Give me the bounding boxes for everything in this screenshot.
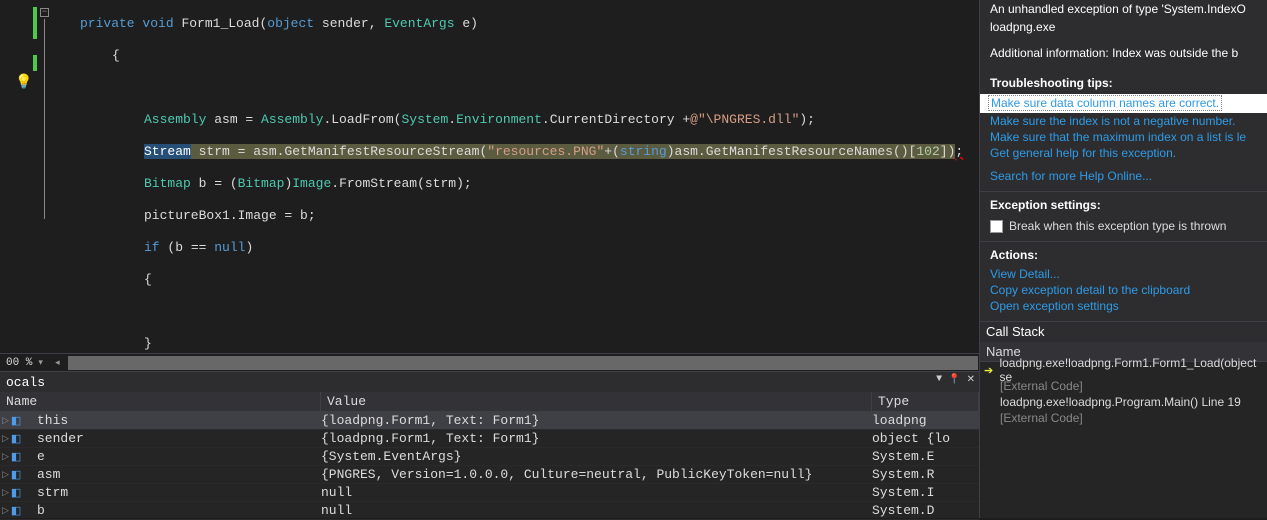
tip-link[interactable]: Get general help for this exception. — [980, 145, 1267, 161]
scroll-left-icon[interactable]: ◂ — [50, 358, 64, 368]
locals-row[interactable]: ▷◧ this{loadpng.Form1, Text: Form1}loadpn… — [0, 412, 979, 430]
locals-row[interactable]: ▷◧ bnullSystem.D — [0, 502, 979, 520]
locals-row[interactable]: ▷◧ asm{PNGRES, Version=1.0.0.0, Culture=n… — [0, 466, 979, 484]
expand-icon[interactable]: ▷ — [2, 434, 9, 444]
pin-icon[interactable]: 📍 — [948, 374, 960, 386]
troubleshooting-header: Troubleshooting tips: — [980, 70, 1267, 94]
locals-panel: ocals ▼ 📍 ✕ Name Value Type ▷◧this{loadp… — [0, 371, 979, 518]
locals-header-type[interactable]: Type — [872, 392, 979, 411]
zoom-dropdown-icon[interactable]: ▾ — [38, 358, 50, 368]
window-position-icon[interactable]: ▼ — [936, 374, 942, 386]
locals-var-value: null — [321, 485, 872, 500]
tip-link[interactable]: Make sure that the maximum index on a li… — [980, 129, 1267, 145]
locals-header-value[interactable]: Value — [321, 392, 872, 411]
locals-row[interactable]: ▷◧ e{System.EventArgs}System.E — [0, 448, 979, 466]
tip-link[interactable]: Make sure data column names are correct. — [988, 95, 1222, 111]
highlighted-line: Stream strm = asm.GetManifestResourceStr… — [50, 144, 979, 160]
change-bar — [33, 55, 37, 71]
locals-var-value: null — [321, 503, 872, 518]
call-stack-panel: Call Stack Name ➔ loadpng.exe!loadpng.Fo… — [980, 321, 1267, 518]
locals-var-name: e — [36, 449, 321, 464]
zoom-bar: 00 % ▾ ◂ ▸ — [0, 353, 979, 371]
open-settings-link[interactable]: Open exception settings — [980, 298, 1267, 321]
locals-var-type: System.E — [872, 449, 979, 464]
locals-title: ocals — [0, 372, 979, 392]
outline-toggle-icon[interactable] — [40, 8, 49, 17]
locals-var-name: this — [36, 413, 321, 428]
break-checkbox-label: Break when this exception type is thrown — [1009, 219, 1226, 233]
locals-row[interactable]: ▷◧ sender{loadpng.Form1, Text: Form1}obje… — [0, 430, 979, 448]
tip-link[interactable]: Make sure the index is not a negative nu… — [980, 113, 1267, 129]
expand-icon[interactable]: ▷ — [2, 470, 9, 480]
call-stack-row[interactable]: ➔ loadpng.exe!loadpng.Form1.Form1_Load(o… — [980, 362, 1267, 378]
copy-detail-link[interactable]: Copy exception detail to the clipboard — [980, 282, 1267, 298]
lightbulb-icon[interactable]: 💡 — [15, 74, 32, 91]
variable-icon: ◧ — [11, 504, 21, 518]
search-online-link[interactable]: Search for more Help Online... — [980, 161, 1267, 191]
zoom-level[interactable]: 00 % — [0, 357, 38, 369]
expand-icon[interactable]: ▷ — [2, 506, 9, 516]
locals-var-name: strm — [36, 485, 321, 500]
locals-var-value: {loadpng.Form1, Text: Form1} — [321, 431, 872, 446]
change-bar — [33, 7, 37, 39]
current-frame-icon: ➔ — [984, 364, 999, 377]
variable-icon: ◧ — [11, 414, 21, 428]
locals-row[interactable]: ▷◧ strmnullSystem.I — [0, 484, 979, 502]
variable-icon: ◧ — [11, 450, 21, 464]
locals-var-name: b — [36, 503, 321, 518]
close-icon[interactable]: ✕ — [967, 374, 975, 386]
code-editor[interactable]: 💡 private void Form1_Load(object sender,… — [0, 0, 979, 353]
view-detail-link[interactable]: View Detail... — [980, 266, 1267, 282]
locals-var-value: {System.EventArgs} — [321, 449, 872, 464]
locals-header-name[interactable]: Name — [0, 392, 321, 411]
locals-var-value: {PNGRES, Version=1.0.0.0, Culture=neutra… — [321, 467, 872, 482]
expand-icon[interactable]: ▷ — [2, 452, 9, 462]
locals-var-type: object {lo — [872, 431, 979, 446]
variable-icon: ◧ — [11, 432, 21, 446]
exception-message: An unhandled exception of type 'System.I… — [980, 0, 1267, 18]
call-stack-row[interactable]: loadpng.exe!loadpng.Program.Main() Line … — [980, 394, 1267, 410]
horizontal-scrollbar[interactable] — [68, 356, 961, 370]
locals-var-type: System.I — [872, 485, 979, 500]
code-text: private — [80, 16, 135, 31]
locals-var-value: {loadpng.Form1, Text: Form1} — [321, 413, 872, 428]
locals-var-name: sender — [36, 431, 321, 446]
exception-helper: An unhandled exception of type 'System.I… — [980, 0, 1267, 321]
locals-var-name: asm — [36, 467, 321, 482]
locals-var-type: System.D — [872, 503, 979, 518]
exception-settings-header: Exception settings: — [980, 191, 1267, 216]
actions-header: Actions: — [980, 241, 1267, 266]
break-checkbox[interactable] — [990, 220, 1003, 233]
locals-var-type: System.R — [872, 467, 979, 482]
call-stack-title: Call Stack — [980, 322, 1267, 342]
variable-icon: ◧ — [11, 468, 21, 482]
expand-icon[interactable]: ▷ — [2, 416, 9, 426]
call-stack-row[interactable]: [External Code] — [980, 410, 1267, 426]
variable-icon: ◧ — [11, 486, 21, 500]
expand-icon[interactable]: ▷ — [2, 488, 9, 498]
locals-var-type: loadpng — [872, 413, 979, 428]
